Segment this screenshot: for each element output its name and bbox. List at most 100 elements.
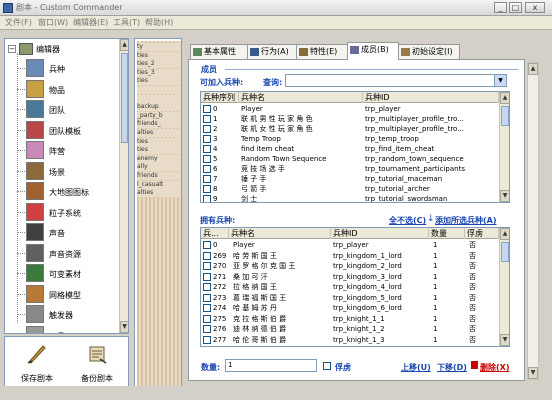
table-row[interactable]: 0 Player trp_player	[201, 104, 509, 114]
menu-tools[interactable]: 工具(T)	[113, 17, 140, 28]
row-checkbox[interactable]	[203, 125, 211, 133]
party-list-item[interactable]: alties	[137, 189, 181, 198]
move-down-link[interactable]: 下移(D)	[437, 362, 467, 373]
sidebar-item[interactable]: 物品	[5, 79, 115, 102]
sidebar-item[interactable]: 声音	[5, 223, 115, 245]
tree-scrollbar[interactable]: ▲ ▼	[119, 39, 128, 333]
column-header[interactable]: 兵种ID	[331, 228, 429, 239]
row-checkbox[interactable]	[203, 145, 211, 153]
sidebar-item[interactable]: 兵种	[5, 59, 115, 81]
table-row[interactable]: 5 Random Town Sequence trp_random_town_seq…	[201, 154, 509, 164]
party-list-item[interactable]: alties	[137, 129, 181, 137]
table-row[interactable]: 274 哈 基 姆 苏 丹 trp_kingdom_6_lord 1 否	[201, 303, 509, 313]
row-checkbox[interactable]	[203, 314, 211, 323]
scroll-up-icon[interactable]: ▲	[528, 63, 538, 75]
chevron-down-icon[interactable]: ▼	[494, 75, 506, 86]
menu-help[interactable]: 帮助(H)	[145, 17, 173, 28]
row-checkbox[interactable]	[203, 165, 211, 173]
table-row[interactable]: 2 联 机 女 性 玩 家 角 色 trp_multiplayer_profile_…	[201, 124, 509, 134]
scroll-down-icon[interactable]: ▼	[120, 321, 128, 333]
editor-tree[interactable]: − 编辑器 兵种 物品 团队 团队模板 阵营 场景 大地图图标 粒子系统 声音 声音资源 可变素材网…	[4, 38, 129, 334]
tab-initial-settings[interactable]: 初始设定(I)	[398, 44, 460, 59]
owned-scrollbar[interactable]: ▲ ▼	[499, 228, 509, 346]
row-checkbox[interactable]	[203, 325, 211, 333]
scroll-down-icon[interactable]: ▼	[500, 334, 509, 346]
sidebar-item[interactable]: 网格模型	[5, 284, 115, 307]
menu-editor[interactable]: 编辑器(E)	[73, 17, 108, 28]
column-header[interactable]: 兵种名	[229, 228, 331, 239]
column-header[interactable]: 兵种名	[239, 92, 363, 103]
move-up-link[interactable]: 上移(U)	[401, 362, 431, 373]
available-scroll-thumb[interactable]	[501, 106, 509, 126]
menu-file[interactable]: 文件(F)	[5, 17, 32, 28]
row-checkbox[interactable]	[203, 115, 211, 123]
party-list-item[interactable]: ties_2	[137, 60, 181, 69]
party-list-item[interactable]: ty	[137, 43, 181, 51]
party-list-item[interactable]: ties	[137, 77, 181, 86]
table-row[interactable]: 9 剑 士 trp_tutorial_swordsman	[201, 194, 509, 202]
tab-basic-properties[interactable]: 基本属性(E)	[190, 44, 248, 69]
party-list-item[interactable]: enemy	[137, 154, 181, 163]
table-row[interactable]: 269 哈 劳 斯 国 王 trp_kingdom_1_lord 1 否	[201, 251, 509, 261]
party-list-item[interactable]: _party_b	[137, 111, 181, 120]
row-checkbox[interactable]	[203, 293, 211, 302]
row-checkbox[interactable]	[203, 155, 211, 163]
sidebar-item[interactable]: 工具	[5, 325, 115, 333]
sidebar-item[interactable]: 声音资源	[5, 243, 115, 266]
row-checkbox[interactable]	[203, 185, 211, 193]
tab-members[interactable]: 成员(B)	[347, 42, 399, 60]
sidebar-item[interactable]: 触发器	[5, 305, 115, 327]
maximize-button[interactable]: □	[509, 2, 522, 13]
table-row[interactable]: 7 锤 子 手 trp_tutorial_maceman	[201, 174, 509, 184]
sidebar-item[interactable]: 大地图图标	[5, 182, 115, 204]
sidebar-item[interactable]: 团队	[5, 100, 115, 122]
row-checkbox[interactable]	[203, 304, 211, 312]
column-header[interactable]: 兵种ID	[363, 92, 499, 103]
table-row[interactable]: 275 克 拉 格 斯 伯 爵 trp_knight_1_1 1 否	[201, 314, 509, 324]
quantity-input[interactable]: 1	[225, 359, 317, 372]
minimize-button[interactable]: _	[494, 2, 507, 13]
table-row[interactable]: 277 哈 伦 哥 斯 伯 爵 trp_knight_1_3 1 否	[201, 335, 509, 345]
party-list-item[interactable]: backup	[137, 103, 181, 112]
column-header[interactable]: 俘虏	[465, 228, 499, 239]
tab-behavior[interactable]: 行为(A)	[247, 44, 297, 59]
row-checkbox[interactable]	[203, 251, 211, 260]
column-header[interactable]: 兵...	[201, 228, 229, 239]
party-list-item[interactable]: ties	[137, 51, 181, 60]
row-checkbox[interactable]	[203, 335, 211, 344]
tab-traits[interactable]: 特性(E)	[296, 44, 348, 59]
row-checkbox[interactable]	[203, 195, 211, 202]
scroll-up-icon[interactable]: ▲	[500, 92, 509, 104]
available-troops-table[interactable]: 兵种序列 兵种名 兵种ID 0 Player trp_player 1 联 机 男 性 …	[200, 91, 510, 203]
sidebar-item[interactable]: 场景	[5, 161, 115, 184]
scroll-up-icon[interactable]: ▲	[500, 228, 509, 240]
table-row[interactable]: 6 竞 技 场 选 手 trp_tournament_participants	[201, 164, 509, 174]
owned-scroll-thumb[interactable]	[501, 242, 509, 262]
table-row[interactable]: 271 桑 加 可 汗 trp_kingdom_3_lord 1 否	[201, 272, 509, 282]
row-checkbox[interactable]	[203, 135, 211, 143]
tree-scroll-thumb[interactable]	[121, 53, 128, 143]
party-list-item[interactable]: ties	[137, 146, 181, 155]
available-scrollbar[interactable]: ▲ ▼	[499, 92, 509, 202]
table-row[interactable]: 272 拉 格 纳 国 王 trp_kingdom_4_lord 1 否	[201, 282, 509, 292]
menu-window[interactable]: 窗口(W)	[38, 17, 68, 28]
query-select[interactable]: ▼	[285, 74, 507, 87]
sidebar-item[interactable]: 团队模板	[5, 120, 115, 143]
party-list-item[interactable]: friends	[137, 172, 181, 180]
collapse-icon[interactable]: −	[8, 45, 16, 53]
party-list[interactable]: ty ties ties_2 ties_3 ties backup _party_b frie…	[134, 38, 182, 394]
page-scrollbar[interactable]: ▲ ▼	[527, 62, 539, 380]
row-checkbox[interactable]	[203, 105, 211, 113]
table-row[interactable]: 276 迪 林 纳 德 伯 爵 trp_knight_1_2 1 否	[201, 324, 509, 334]
table-row[interactable]: 0 Player trp_player 1 否	[201, 240, 509, 250]
owned-troops-table[interactable]: 兵... 兵种名 兵种ID 数量 俘虏 0 Player trp_player 1 否 2…	[200, 227, 510, 347]
row-checkbox[interactable]	[203, 283, 211, 291]
deselect-all-link[interactable]: 全不选(C)	[389, 215, 426, 226]
sidebar-item[interactable]: 阵营	[5, 141, 115, 163]
party-list-item[interactable]: friends_	[137, 120, 181, 129]
sidebar-item[interactable]: 可变素材	[5, 264, 115, 286]
sidebar-item[interactable]: 粒子系统	[5, 202, 115, 225]
scroll-down-icon[interactable]: ▼	[528, 367, 538, 379]
backup-script-button[interactable]: 备份剧本	[69, 341, 125, 387]
party-list-item[interactable]	[137, 94, 181, 103]
